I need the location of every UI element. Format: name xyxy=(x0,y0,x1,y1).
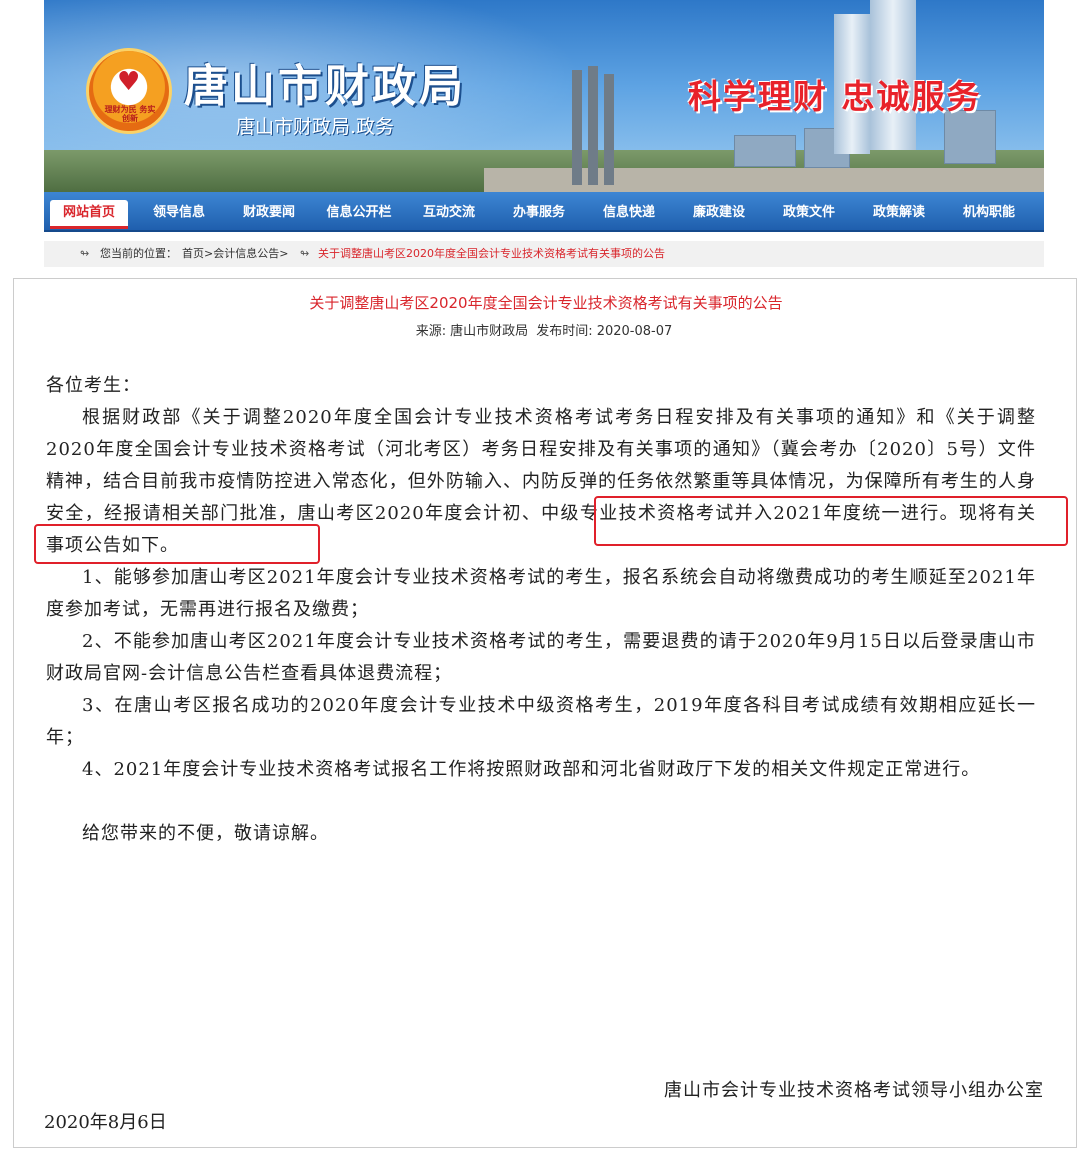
banner-monument xyxy=(572,70,582,185)
heart-icon: ♥ xyxy=(117,67,141,97)
nav-item-finance-news[interactable]: 财政要闻 xyxy=(230,201,308,225)
nav-item-disclosure[interactable]: 信息公开栏 xyxy=(318,201,400,225)
breadcrumb-current[interactable]: 关于调整唐山考区2020年度全国会计专业技术资格考试有关事项的公告 xyxy=(318,241,665,267)
nav-item-policy-interp[interactable]: 政策解读 xyxy=(860,201,938,225)
nav-item-express[interactable]: 信息快递 xyxy=(590,201,668,225)
article-item: 2、不能参加唐山考区2021年度会计专业技术资格考试的考生，需要退费的请于202… xyxy=(46,631,1036,684)
banner-plaza xyxy=(484,168,1044,192)
breadcrumb: ↬ 您当前的位置： 首页>会计信息公告> ↬ 关于调整唐山考区2020年度全国会… xyxy=(44,241,1044,267)
nav-item-interaction[interactable]: 互动交流 xyxy=(410,201,488,225)
banner-monument xyxy=(588,66,598,185)
site-title: 唐山市财政局 xyxy=(184,61,466,112)
article-date: 2020-08-07 xyxy=(596,324,673,339)
article-item: 4、2021年度会计专业技术资格考试报名工作将按照财政部和河北省财政厅下发的相关… xyxy=(82,759,981,780)
article-closing: 给您带来的不便，敬请谅解。 xyxy=(82,823,329,844)
article-item: 3、在唐山考区报名成功的2020年度会计专业技术中级资格考生，2019年度各科目… xyxy=(46,695,1036,748)
date-label: 发布时间: xyxy=(536,324,593,339)
logo-motto: 理财为民 务实创新 xyxy=(104,105,156,123)
article-title: 关于调整唐山考区2020年度全国会计专业技术资格考试有关事项的公告 xyxy=(309,294,783,312)
nav-item-policy-docs[interactable]: 政策文件 xyxy=(770,201,848,225)
article-spacer xyxy=(46,786,1036,818)
site-slogan: 科学理财 忠诚服务 xyxy=(688,77,982,116)
site-banner: ♥ 理财为民 务实创新 唐山市财政局 唐山市财政局.政务 科学理财 忠诚服务 xyxy=(44,0,1044,192)
nav-item-home[interactable]: 网站首页 xyxy=(50,200,128,229)
site-logo[interactable]: ♥ 理财为民 务实创新 xyxy=(86,48,172,134)
banner-building xyxy=(734,135,796,167)
banner-monument xyxy=(604,74,614,185)
article-greeting: 各位考生： xyxy=(46,375,141,396)
article-body: 各位考生： 根据财政部《关于调整2020年度全国会计专业技术资格考试考务日程安排… xyxy=(46,370,1036,850)
article-signer: 唐山市会计专业技术资格考试领导小组办公室 xyxy=(664,1080,1044,1101)
location-icon: ↬ xyxy=(80,247,90,260)
article-meta: 来源: 唐山市财政局 发布时间: 2020-08-07 xyxy=(0,320,1092,339)
annotation-box xyxy=(34,524,320,564)
main-nav: 网站首页 领导信息 财政要闻 信息公开栏 互动交流 办事服务 信息快递 廉政建设… xyxy=(44,192,1044,232)
article-sign-date: 2020年8月6日 xyxy=(44,1112,167,1133)
annotation-box xyxy=(594,496,1068,546)
site-subtitle: 唐山市财政局.政务 xyxy=(236,116,395,138)
nav-item-integrity[interactable]: 廉政建设 xyxy=(680,201,758,225)
breadcrumb-path[interactable]: 首页>会计信息公告> xyxy=(182,241,288,267)
location-icon: ↬ xyxy=(300,247,310,260)
nav-item-leaders[interactable]: 领导信息 xyxy=(140,201,218,225)
article-source: 唐山市财政局 xyxy=(450,324,529,339)
banner-building xyxy=(944,110,996,164)
nav-item-services[interactable]: 办事服务 xyxy=(500,201,578,225)
nav-item-functions[interactable]: 机构职能 xyxy=(950,201,1028,225)
source-label: 来源: xyxy=(415,324,447,339)
article-item: 1、能够参加唐山考区2021年度会计专业技术资格考试的考生，报名系统会自动将缴费… xyxy=(46,567,1036,620)
breadcrumb-label: 您当前的位置： xyxy=(100,247,177,260)
